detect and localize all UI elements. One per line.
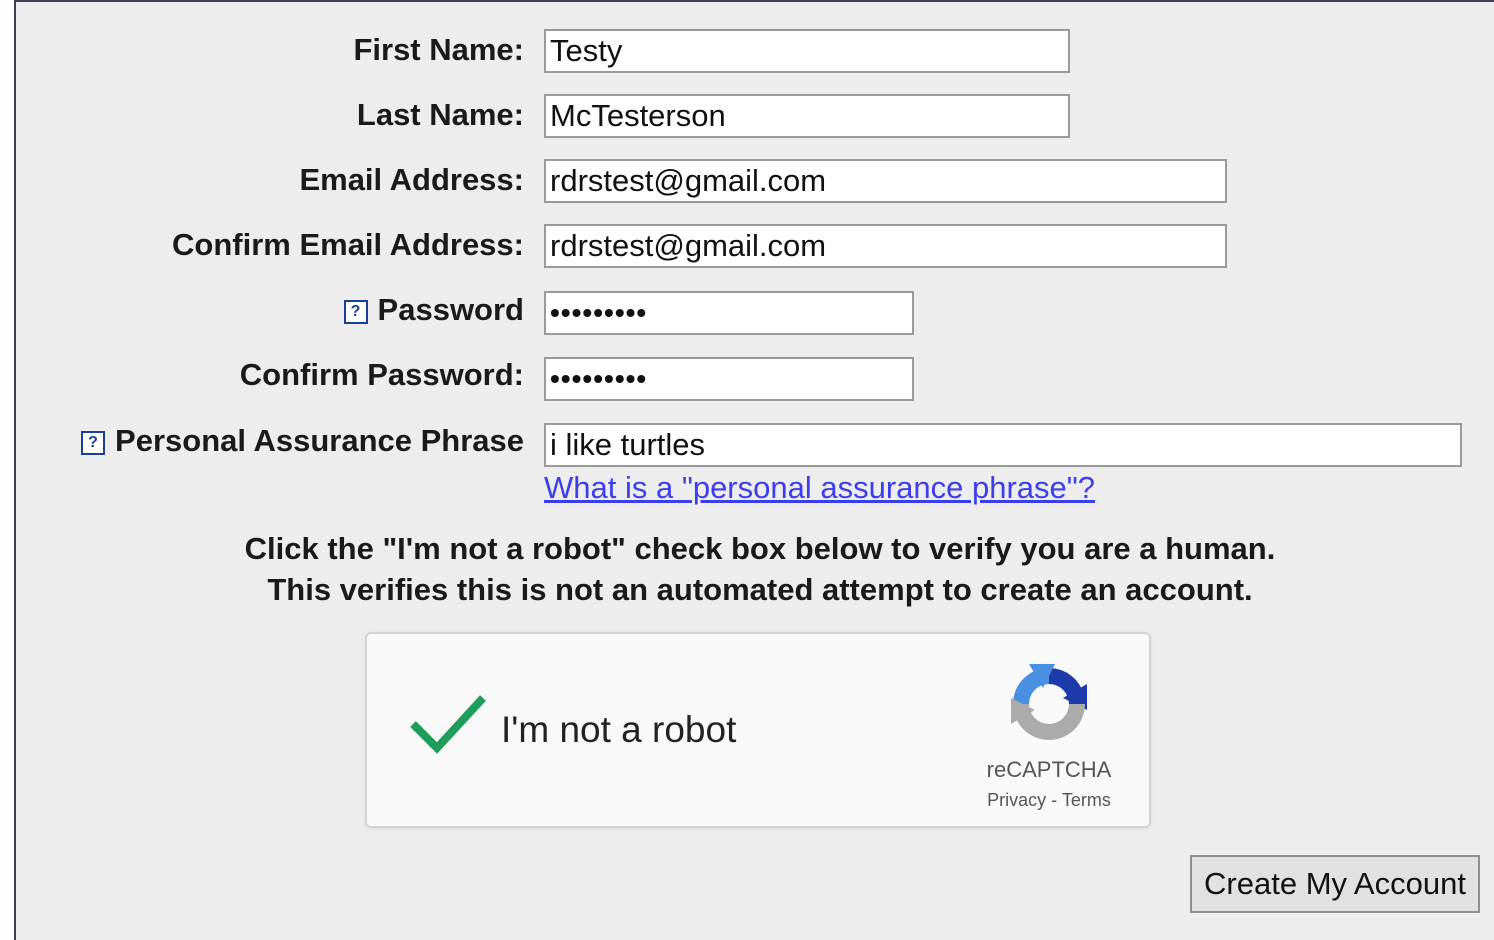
recaptcha-terms-link[interactable]: Terms: [1062, 790, 1111, 810]
captcha-notice-line2: This verifies this is not an automated a…: [267, 572, 1253, 607]
recaptcha-links: Privacy - Terms: [957, 788, 1141, 812]
captcha-notice-line1: Click the "I'm not a robot" check box be…: [244, 531, 1276, 566]
checkmark-icon[interactable]: [409, 690, 487, 756]
recaptcha-logo-icon: [1011, 664, 1087, 740]
recaptcha-privacy-link[interactable]: Privacy: [987, 790, 1046, 810]
password-input[interactable]: [544, 291, 914, 335]
create-account-button[interactable]: Create My Account: [1190, 855, 1480, 913]
assurance-phrase-input[interactable]: [544, 423, 1462, 467]
confirm-email-input[interactable]: [544, 224, 1227, 268]
confirm-password-label: Confirm Password:: [239, 357, 524, 392]
recaptcha-links-separator: -: [1051, 790, 1058, 810]
last-name-input[interactable]: [544, 94, 1070, 138]
email-label: Email Address:: [299, 162, 524, 197]
first-name-label: First Name:: [353, 32, 524, 67]
email-input[interactable]: [544, 159, 1227, 203]
assurance-phrase-label: Personal Assurance Phrase: [115, 423, 524, 458]
assurance-phrase-label-row: ? Personal Assurance Phrase: [81, 421, 524, 461]
recaptcha-widget: I'm not a robot reCAPTCHA Privacy - Term…: [365, 632, 1151, 828]
first-name-input[interactable]: [544, 29, 1070, 73]
password-label-row: ? Password: [343, 290, 524, 330]
recaptcha-brand: reCAPTCHA: [986, 757, 1112, 782]
password-help-icon[interactable]: ?: [343, 300, 368, 324]
assurance-phrase-help-icon[interactable]: ?: [81, 431, 106, 455]
assurance-phrase-help-link[interactable]: What is a "personal assurance phrase"?: [544, 468, 1095, 508]
confirm-password-input[interactable]: [544, 357, 914, 401]
confirm-email-label: Confirm Email Address:: [172, 227, 524, 262]
password-label: Password: [377, 292, 524, 327]
recaptcha-label[interactable]: I'm not a robot: [501, 706, 736, 754]
last-name-label: Last Name:: [356, 97, 524, 132]
